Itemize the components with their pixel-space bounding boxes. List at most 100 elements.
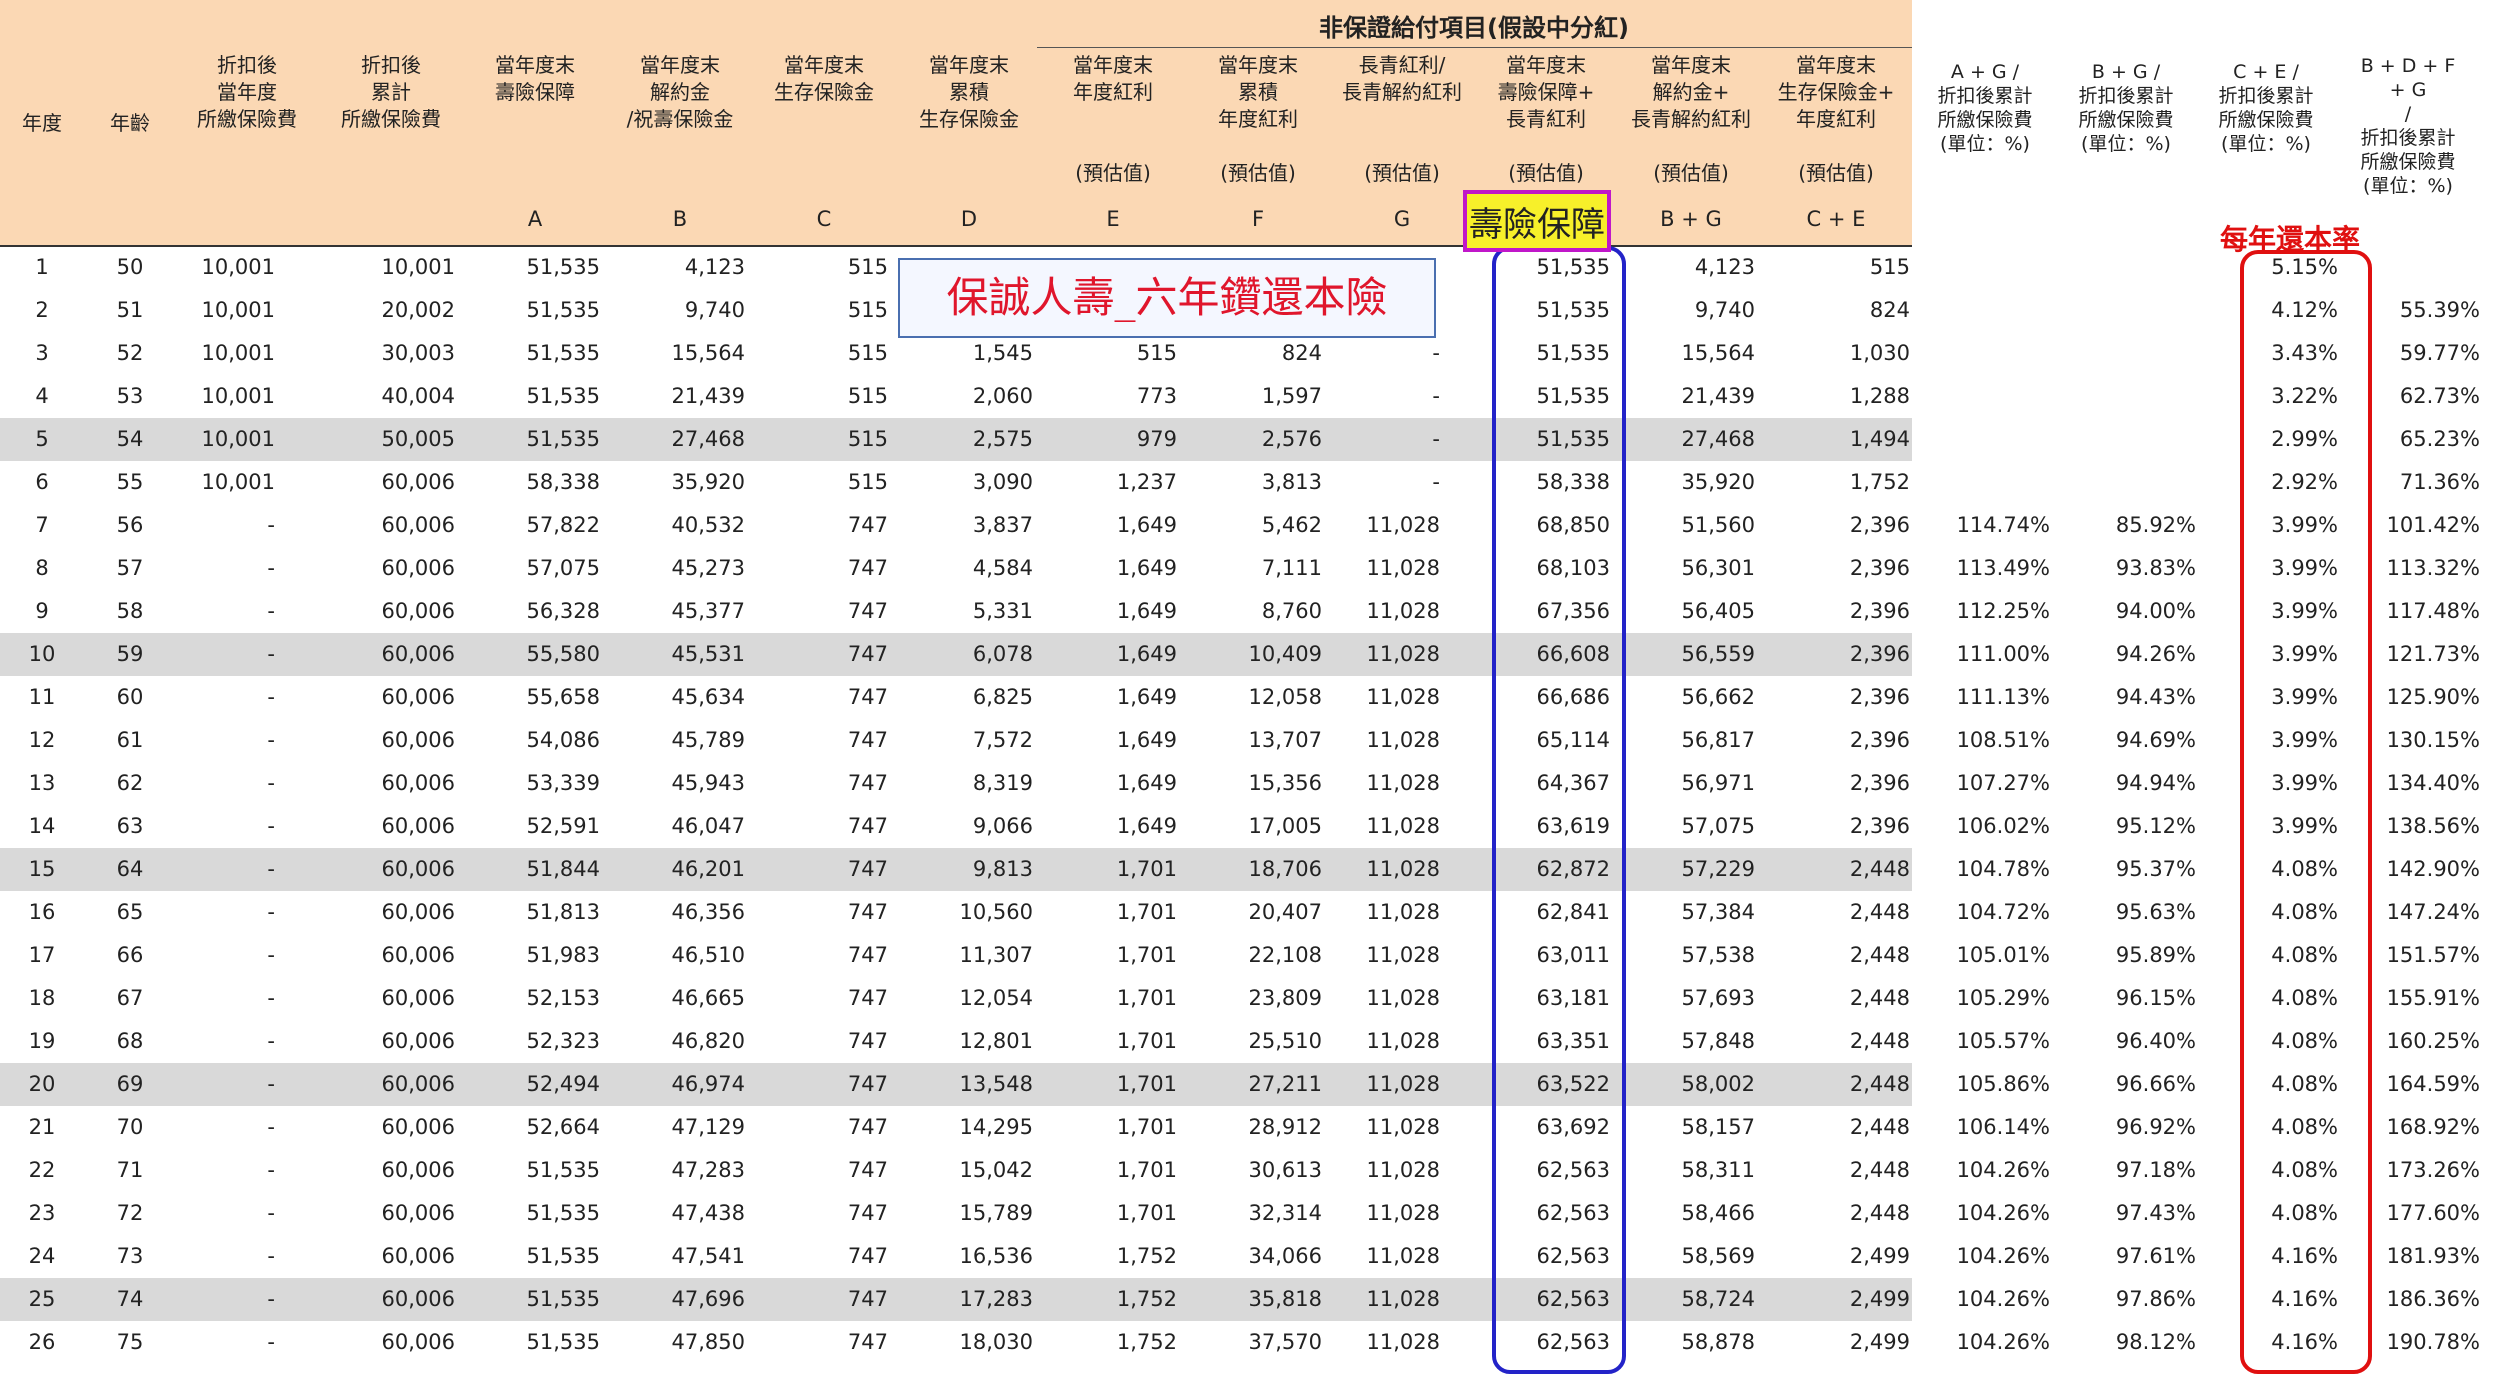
table-cell: 54 <box>116 427 144 451</box>
table-cell: 747 <box>847 1330 888 1354</box>
table-cell: 96.15% <box>2115 986 2196 1010</box>
table-cell: 57,848 <box>1681 1029 1755 1053</box>
table-row: 22 71 - 60,006 51,535 47,283 747 15,042 1,701 30,… <box>0 1149 2512 1192</box>
table-cell: - <box>267 556 275 580</box>
table-cell: 57,538 <box>1681 943 1755 967</box>
table-cell: 1,701 <box>1116 857 1177 881</box>
table-row: 23 72 - 60,006 51,535 47,438 747 15,789 1,701 32,… <box>0 1192 2512 1235</box>
header-letter-G: G <box>1393 207 1411 231</box>
header-age: 年齡 <box>110 111 150 135</box>
table-cell: 96.66% <box>2115 1072 2196 1096</box>
table-cell: 16,536 <box>959 1244 1033 1268</box>
table-row: 3 52 10,001 30,003 51,535 15,564 515 1,545 515 82… <box>0 332 2512 375</box>
table-cell: 11,028 <box>1366 642 1440 666</box>
table-cell: 747 <box>847 814 888 838</box>
table-cell: 104.26% <box>1956 1330 2050 1354</box>
table-cell: 25 <box>28 1287 56 1311</box>
table-cell: 979 <box>1136 427 1177 451</box>
table-cell: 11,028 <box>1366 943 1440 967</box>
table-cell: - <box>267 1072 275 1096</box>
table-cell: 164.59% <box>2386 1072 2480 1096</box>
table-cell: 1,649 <box>1116 599 1177 623</box>
table-cell: 25,510 <box>1248 1029 1322 1053</box>
table-cell: - <box>267 599 275 623</box>
table-cell: 57 <box>116 556 144 580</box>
table-cell: 15,789 <box>959 1201 1033 1225</box>
table-cell: - <box>267 986 275 1010</box>
table-cell: 60 <box>116 685 144 709</box>
table-cell: 60,006 <box>381 1029 455 1053</box>
table-cell: 51,535 <box>526 384 600 408</box>
table-cell: 16 <box>28 900 56 924</box>
table-cell: - <box>267 1330 275 1354</box>
header-D: 當年度末 累積 生存保險金 <box>919 53 1019 131</box>
table-cell: - <box>267 771 275 795</box>
table-row: 9 58 - 60,006 56,328 45,377 747 5,331 1,649 8,760… <box>0 590 2512 633</box>
table-cell: 10 <box>28 642 56 666</box>
table-cell: 130.15% <box>2386 728 2480 752</box>
table-cell: 2,396 <box>1849 771 1910 795</box>
table-cell: 15 <box>28 857 56 881</box>
ratio-header-1: A + G / 折扣後累計 所繳保險費 (單位：%) <box>1937 61 2033 155</box>
table-cell: 45,531 <box>671 642 745 666</box>
table-cell: 747 <box>847 771 888 795</box>
table-cell: 11,028 <box>1366 1244 1440 1268</box>
table-cell: 58,311 <box>1681 1158 1755 1182</box>
header-C: 當年度末 生存保險金 <box>774 53 874 104</box>
table-cell: 60,006 <box>381 814 455 838</box>
table-cell: 11,028 <box>1366 1287 1440 1311</box>
table-cell: 747 <box>847 685 888 709</box>
table-row: 4 53 10,001 40,004 51,535 21,439 515 2,060 773 1,… <box>0 375 2512 418</box>
table-cell: 11,028 <box>1366 1158 1440 1182</box>
table-cell: 27,468 <box>1681 427 1755 451</box>
table-cell: 108.51% <box>1956 728 2050 752</box>
header-AG: 當年度末 壽險保障+ 長青紅利 (預估值) <box>1497 53 1595 185</box>
table-row: 7 56 - 60,006 57,822 40,532 747 3,837 1,649 5,462… <box>0 504 2512 547</box>
group-divider <box>1037 47 1912 48</box>
table-cell: 1,701 <box>1116 943 1177 967</box>
table-cell: 23 <box>28 1201 56 1225</box>
table-cell: 60,006 <box>381 1244 455 1268</box>
table-cell: 11,307 <box>959 943 1033 967</box>
table-cell: 24 <box>28 1244 56 1268</box>
table-cell: 9,740 <box>684 298 745 322</box>
table-cell: 12,058 <box>1248 685 1322 709</box>
table-cell: 747 <box>847 1158 888 1182</box>
table-cell: 2,448 <box>1849 1029 1910 1053</box>
table-cell: 12,801 <box>959 1029 1033 1053</box>
table-cell: 51,844 <box>526 857 600 881</box>
table-cell: 60,006 <box>381 470 455 494</box>
table-row: 17 66 - 60,006 51,983 46,510 747 11,307 1,701 22,… <box>0 934 2512 977</box>
table-cell: 60,006 <box>381 1287 455 1311</box>
table-cell: 10,001 <box>201 384 275 408</box>
table-cell: - <box>267 857 275 881</box>
table-cell: 515 <box>1869 255 1910 279</box>
table-cell: 6,078 <box>972 642 1033 666</box>
table-cell: 10,001 <box>201 470 275 494</box>
table-cell: 11,028 <box>1366 513 1440 537</box>
table-cell: 190.78% <box>2386 1330 2480 1354</box>
table-cell: 30,003 <box>381 341 455 365</box>
table-cell: - <box>267 1201 275 1225</box>
table-cell: 94.43% <box>2115 685 2196 709</box>
table-cell: 51,535 <box>526 341 600 365</box>
table-cell: 51,535 <box>526 1287 600 1311</box>
table-cell: 47,129 <box>671 1115 745 1139</box>
table-cell: 11 <box>28 685 56 709</box>
table-cell: 50,005 <box>381 427 455 451</box>
table-cell: 13,548 <box>959 1072 1033 1096</box>
table-cell: 1,649 <box>1116 728 1177 752</box>
table-cell: 9,813 <box>972 857 1033 881</box>
table-row: 13 62 - 60,006 53,339 45,943 747 8,319 1,649 15,3… <box>0 762 2512 805</box>
table-row: 26 75 - 60,006 51,535 47,850 747 18,030 1,752 37,… <box>0 1321 2512 1364</box>
table-cell: 65 <box>116 900 144 924</box>
table-cell: 45,789 <box>671 728 745 752</box>
table-cell: 107.27% <box>1956 771 2050 795</box>
table-cell: 1,701 <box>1116 1158 1177 1182</box>
table-cell: 747 <box>847 1244 888 1268</box>
table-cell: 104.26% <box>1956 1158 2050 1182</box>
table-cell: 515 <box>847 255 888 279</box>
table-cell: 10,001 <box>201 298 275 322</box>
table-cell: 27,211 <box>1248 1072 1322 1096</box>
table-cell: 21,439 <box>1681 384 1755 408</box>
